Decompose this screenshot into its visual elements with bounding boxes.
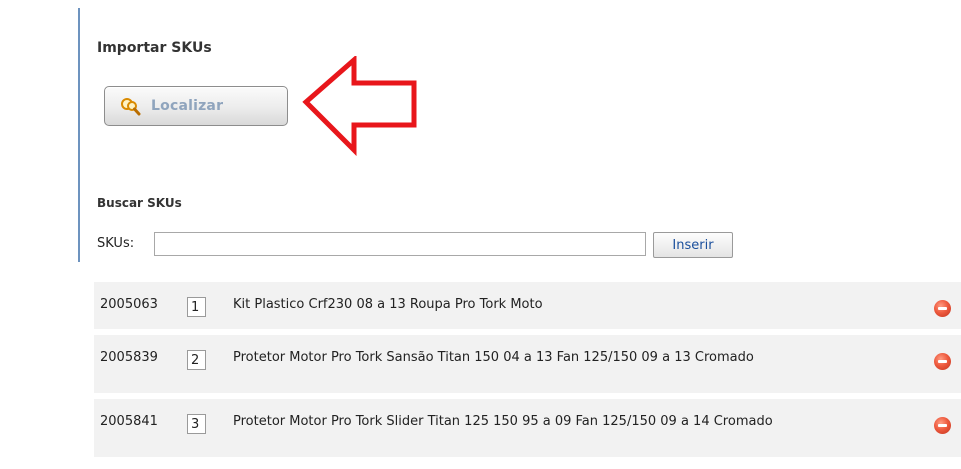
remove-minus-icon[interactable]: [934, 417, 951, 434]
search-skus-title: Buscar SKUs: [97, 196, 182, 210]
sku-description: Protetor Motor Pro Tork Slider Titan 125…: [233, 414, 773, 429]
search-magnifier-icon: [119, 95, 141, 117]
sku-code: 2005063: [100, 297, 158, 312]
quantity-field[interactable]: [187, 414, 206, 434]
sku-description: Kit Plastico Crf230 08 a 13 Roupa Pro To…: [233, 297, 543, 312]
remove-minus-icon[interactable]: [934, 353, 951, 370]
remove-minus-icon[interactable]: [934, 300, 951, 317]
section-divider-line: [78, 8, 80, 262]
skus-input[interactable]: [154, 232, 646, 256]
skus-label: SKUs:: [97, 236, 135, 251]
insert-button[interactable]: Inserir: [653, 232, 733, 258]
locate-button-label: Localizar: [151, 98, 224, 114]
locate-button[interactable]: Localizar: [104, 86, 288, 126]
quantity-field[interactable]: [187, 297, 206, 317]
sku-list-item: 2005063 Kit Plastico Crf230 08 a 13 Roup…: [94, 282, 961, 329]
sku-code: 2005839: [100, 350, 158, 365]
sku-list-item: 2005841 Protetor Motor Pro Tork Slider T…: [94, 399, 961, 457]
import-skus-title: Importar SKUs: [97, 40, 212, 56]
sku-list: 2005063 Kit Plastico Crf230 08 a 13 Roup…: [94, 282, 961, 457]
sku-code: 2005841: [100, 414, 158, 429]
quantity-field[interactable]: [187, 350, 206, 370]
red-arrow-left-icon: [302, 56, 417, 156]
sku-description: Protetor Motor Pro Tork Sansão Titan 150…: [233, 350, 754, 365]
sku-list-item: 2005839 Protetor Motor Pro Tork Sansão T…: [94, 335, 961, 393]
